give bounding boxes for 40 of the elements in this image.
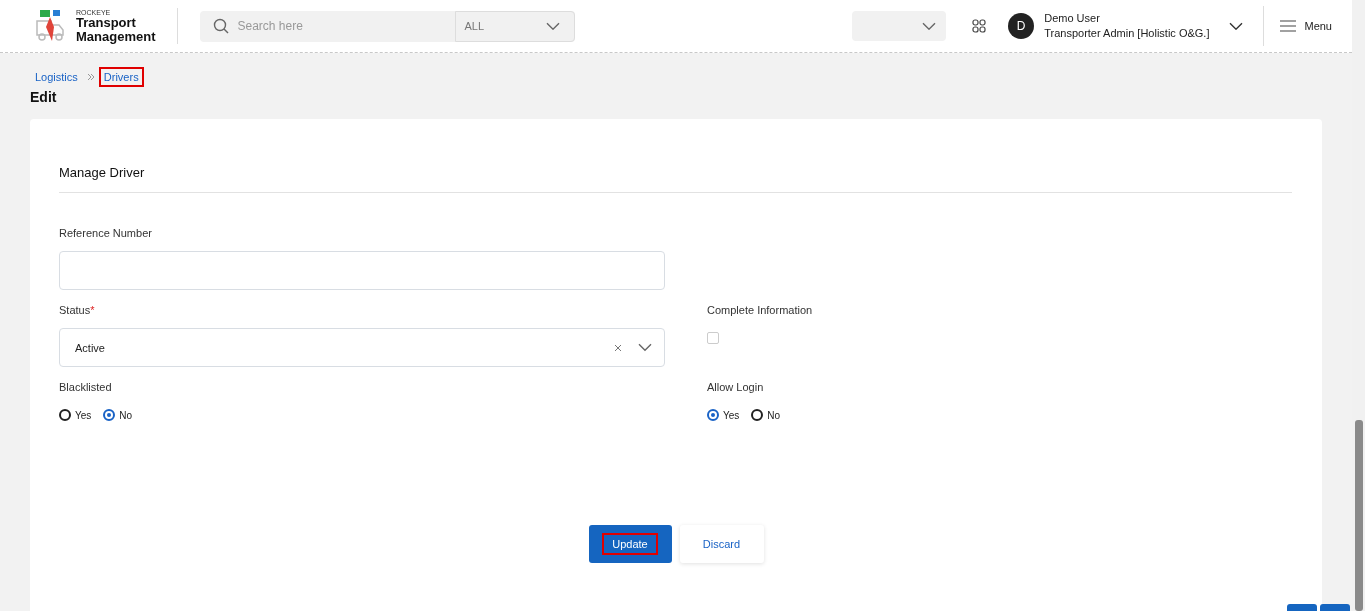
radio-option[interactable]: Yes <box>707 409 740 421</box>
chevron-down-icon <box>638 343 652 352</box>
radio-option[interactable]: Yes <box>59 409 92 421</box>
reference-number-input[interactable] <box>59 251 665 290</box>
breadcrumb-link[interactable]: Drivers <box>98 67 144 87</box>
field-label: Complete Information <box>707 304 814 316</box>
filter-dropdown[interactable]: ALL <box>455 10 576 42</box>
radio-option[interactable]: No <box>103 409 133 421</box>
update-button[interactable]: Update <box>588 525 672 563</box>
breadcrumb-link[interactable]: Logistics <box>30 67 83 87</box>
menu-button[interactable]: Menu <box>1264 20 1352 32</box>
chevron-down-icon <box>546 21 561 31</box>
chevron-down-icon <box>1229 21 1244 31</box>
menu-icon <box>1280 20 1297 32</box>
page-title: Edit <box>30 89 58 105</box>
discard-button[interactable]: Discard <box>679 525 764 563</box>
checkbox[interactable] <box>707 332 719 344</box>
double-chevron-icon <box>86 73 95 81</box>
apps-grid-icon[interactable] <box>972 19 987 33</box>
status-select[interactable]: Active <box>59 328 665 367</box>
clear-icon[interactable] <box>614 343 622 352</box>
user-role: Transporter Admin [Holistic O&G.] <box>1044 26 1210 41</box>
radio-option[interactable]: No <box>751 409 781 421</box>
user-name: Demo User <box>1044 11 1101 26</box>
empty-dropdown[interactable] <box>852 11 947 41</box>
user-menu[interactable]: D Demo User Transporter Admin [Holistic O&G.] <box>1008 6 1265 46</box>
field-label: Status* <box>59 304 96 316</box>
field-label: Allow Login <box>707 381 765 393</box>
search-icon <box>213 18 230 34</box>
scrollbar-thumb[interactable] <box>1355 420 1363 611</box>
chevron-down-icon <box>922 21 937 31</box>
field-label: Blacklisted <box>59 381 113 393</box>
app-title: Management <box>76 29 156 44</box>
field-label: Reference Number <box>59 227 153 239</box>
floating-button[interactable] <box>1287 604 1317 611</box>
search-bar[interactable]: Search here ALL <box>200 10 576 42</box>
section-title: Manage Driver <box>59 165 1292 193</box>
user-avatar: D <box>1008 13 1035 39</box>
app-title: Transport <box>76 16 137 30</box>
floating-button[interactable] <box>1320 604 1350 611</box>
